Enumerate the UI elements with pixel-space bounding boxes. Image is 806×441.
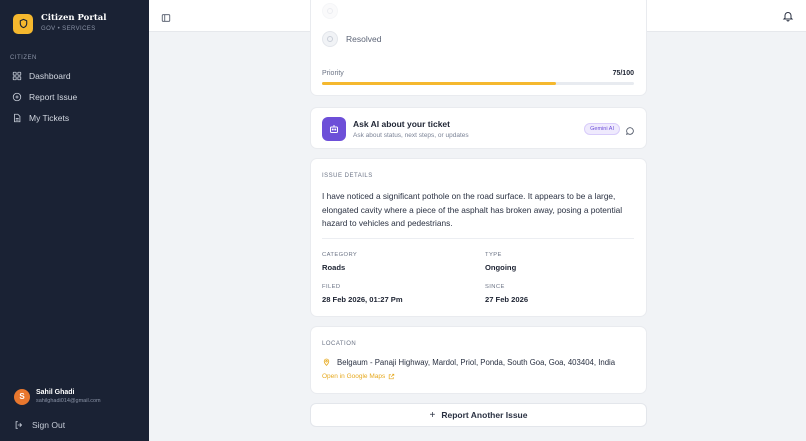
priority-value: 75/100 (612, 70, 634, 77)
field-label: CATEGORY (322, 252, 358, 258)
sign-out-button[interactable]: Sign Out (14, 420, 65, 430)
ask-ai-card[interactable]: Ask AI about your ticket Ask about statu… (310, 107, 647, 149)
sidebar-item-report-issue[interactable]: Report Issue (12, 92, 77, 102)
logout-icon (15, 421, 23, 429)
bell-icon (782, 12, 794, 22)
location-address: Belgaum - Panaji Highway, Mardol, Priol,… (322, 357, 615, 367)
step-circle-icon (322, 3, 338, 19)
field-value: Roads (322, 263, 346, 272)
brand[interactable]: Citizen Portal GOV • SERVICES (13, 13, 107, 34)
app-subtitle: GOV • SERVICES (41, 26, 96, 32)
app-title: Citizen Portal (41, 13, 107, 23)
field-label: TYPE (485, 252, 502, 258)
ai-title: Ask AI about your ticket (353, 119, 450, 129)
address-text: Belgaum - Panaji Highway, Mardol, Priol,… (337, 357, 616, 367)
filed-field: FILED 28 Feb 2026, 01:27 Pm (322, 284, 403, 304)
sidebar: Citizen Portal GOV • SERVICES CITIZEN Da… (0, 0, 149, 441)
map-pin-icon (323, 358, 330, 366)
notifications-button[interactable] (782, 9, 794, 27)
chat-button[interactable] (625, 123, 635, 141)
issue-description: I have noticed a significant pothole on … (322, 191, 623, 228)
divider (322, 238, 634, 239)
robot-icon (322, 117, 346, 141)
report-another-label: Report Another Issue (441, 410, 528, 420)
sidebar-item-label: My Tickets (29, 113, 70, 123)
sidebar-toggle-button[interactable] (161, 10, 171, 28)
panel-left-icon (161, 14, 171, 22)
external-link-icon (389, 373, 395, 380)
avatar: S (14, 388, 30, 405)
maps-link-label: Open in Google Maps (322, 373, 386, 380)
user-name: Sahil Ghadi (36, 389, 75, 396)
field-value: 28 Feb 2026, 01:27 Pm (322, 295, 403, 304)
ai-subtitle: Ask about status, next steps, or updates (353, 132, 469, 139)
sign-out-label: Sign Out (32, 420, 66, 430)
section-label: ISSUE DETAILS (322, 173, 373, 179)
chat-bubble-icon (625, 127, 634, 136)
sidebar-item-dashboard[interactable]: Dashboard (12, 71, 71, 81)
google-maps-link[interactable]: Open in Google Maps (322, 373, 395, 380)
user-profile[interactable]: S Sahil Ghadi sahilghadi014@gmail.com (14, 388, 101, 405)
priority-progress-bar (322, 82, 634, 85)
grid-icon (12, 71, 22, 81)
sidebar-item-my-tickets[interactable]: My Tickets (12, 113, 69, 123)
priority-label: Priority (322, 70, 344, 77)
field-value: Ongoing (485, 263, 517, 272)
sidebar-item-label: Report Issue (29, 92, 78, 102)
plus-icon: + (429, 409, 436, 421)
location-card: LOCATION Belgaum - Panaji Highway, Mardo… (310, 326, 647, 394)
since-field: SINCE 27 Feb 2026 (485, 284, 528, 304)
priority-progress-fill (322, 82, 556, 85)
nav-section-label: CITIZEN (10, 55, 37, 61)
sidebar-item-label: Dashboard (29, 71, 71, 81)
plus-circle-icon (12, 92, 22, 102)
report-another-issue-button[interactable]: + Report Another Issue (310, 403, 647, 427)
field-label: FILED (322, 284, 341, 290)
user-email: sahilghadi014@gmail.com (36, 398, 101, 404)
shield-icon (13, 13, 33, 34)
field-value: 27 Feb 2026 (485, 295, 529, 304)
category-field: CATEGORY Roads (322, 252, 357, 272)
status-card: Resolved Priority 75/100 (310, 0, 647, 96)
field-label: SINCE (485, 284, 505, 290)
section-label: LOCATION (322, 341, 357, 347)
issue-details-card: ISSUE DETAILS I have noticed a significa… (310, 158, 647, 317)
step-label: Resolved (346, 34, 382, 44)
status-step-resolved: Resolved (322, 31, 381, 47)
step-circle-icon (322, 31, 338, 47)
priority-row: Priority 75/100 (322, 70, 634, 77)
gemini-badge: Gemini AI (584, 123, 620, 135)
type-field: TYPE Ongoing (485, 252, 516, 272)
document-icon (14, 113, 21, 123)
status-step-previous (322, 3, 338, 19)
